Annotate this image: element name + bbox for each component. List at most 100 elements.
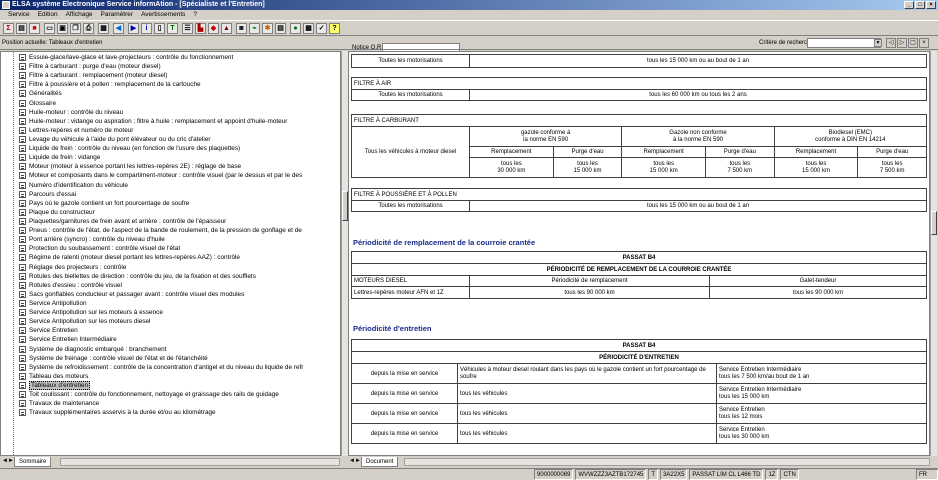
window-title: ELSA système Electronique Service inform…: [12, 1, 265, 8]
toc-item[interactable]: Système de freinage : contrôle visuel de…: [18, 354, 303, 363]
toc-item[interactable]: Plaque du constructeur: [18, 208, 303, 217]
menu-affichage[interactable]: Affichage: [66, 10, 93, 20]
info-icon[interactable]: i: [141, 23, 152, 34]
cell-value: tous les 15 000 km ou au bout de 1 an: [469, 200, 927, 212]
toc-item[interactable]: Travaux supplémentaires asservis à la du…: [18, 408, 303, 417]
document-horizontal-scrollbar[interactable]: [404, 458, 930, 466]
doc-icon[interactable]: ▯: [154, 23, 165, 34]
toc-item[interactable]: Service Antipollution: [18, 299, 303, 308]
menu-avertissements[interactable]: Avertissements: [141, 10, 185, 20]
search-prev-icon[interactable]: ◁: [886, 38, 896, 48]
toc-item[interactable]: Filtre à poussière et à pollen : remplac…: [18, 80, 303, 89]
toc-item[interactable]: Levage du véhicule à l'aide du pont élév…: [18, 135, 303, 144]
grid-icon[interactable]: ▦: [303, 23, 314, 34]
toc-item[interactable]: Liquide de frein : contrôle du niveau (e…: [18, 144, 303, 153]
manual-icon[interactable]: ▤: [275, 23, 286, 34]
cell-value: tous les 7 500 km: [857, 157, 927, 178]
maximize-icon[interactable]: □: [915, 1, 925, 9]
toc-item[interactable]: Régime de ralenti (moteur diesel portant…: [18, 253, 303, 262]
cell-label: Toutes les motorisations: [351, 54, 470, 68]
toc-item[interactable]: Moteur (moteur à essence portant les let…: [18, 162, 303, 171]
menu-service[interactable]: Service: [8, 10, 30, 20]
toc-item[interactable]: Tableaux d'entretien: [18, 380, 303, 390]
toc-item[interactable]: Pont arrière (syncro) : contrôle du nive…: [18, 235, 303, 244]
service-icon[interactable]: Σ: [3, 23, 14, 34]
toc-item[interactable]: Service Antipollution sur les moteurs di…: [18, 317, 303, 326]
toc-item[interactable]: Système de diagnostic embarqué : branche…: [18, 345, 303, 354]
tab-scroll-arrows-icon[interactable]: ◄►: [2, 458, 14, 464]
search-close-icon[interactable]: ×: [919, 38, 929, 48]
toc-item[interactable]: Pneus : contrôle de l'état, de l'aspect …: [18, 226, 303, 235]
car-icon[interactable]: ◙: [236, 23, 247, 34]
chevron-down-icon[interactable]: ▼: [874, 39, 882, 47]
minimize-icon[interactable]: _: [904, 1, 914, 9]
toc-item[interactable]: Liquide de frein : vidange: [18, 153, 303, 162]
toc-item[interactable]: Sacs gonflables conducteur et passager a…: [18, 290, 303, 299]
toc-item[interactable]: Service Entretien Intermédiaire: [18, 335, 303, 344]
toc-item[interactable]: Essuie-glace/lave-glace et lave-projecte…: [18, 53, 303, 62]
toc-item-label: Moteur (moteur à essence portant les let…: [29, 163, 242, 171]
document-scroll-thumb[interactable]: [931, 211, 937, 235]
col-header: Galet-tendeur: [709, 275, 927, 287]
toc-item[interactable]: Parcours d'essai: [18, 190, 303, 199]
toc-item[interactable]: Filtre à carburant : remplacement (moteu…: [18, 71, 303, 80]
toc-item[interactable]: Pays où le gazole contient un fort pourc…: [18, 199, 303, 208]
book-icon[interactable]: ▙: [195, 23, 206, 34]
document-icon: [19, 54, 26, 61]
question-icon[interactable]: ?: [329, 23, 340, 34]
fuel-filter-title: FILTRE À CARBURANT: [351, 114, 927, 127]
toc-item[interactable]: Réglage des projecteurs : contrôle: [18, 263, 303, 272]
search-extra-icon[interactable]: ▢: [908, 38, 918, 48]
table-fuel-filter: FILTRE À CARBURANT Tous les véhicules à …: [351, 114, 928, 178]
alert-icon[interactable]: ▲: [221, 23, 232, 34]
toc-item[interactable]: Moteur et composants dans le compartimen…: [18, 171, 303, 180]
tab-sommaire[interactable]: Sommaire: [14, 457, 52, 467]
forward-icon[interactable]: ▶: [128, 23, 139, 34]
toc-item[interactable]: Protection du soubassement : contrôle vi…: [18, 244, 303, 253]
menu-help[interactable]: ?: [193, 10, 197, 20]
toc-item[interactable]: Toit coulissant : contrôle du fonctionne…: [18, 390, 303, 399]
print-icon[interactable]: ⎙: [83, 23, 94, 34]
menu-edition[interactable]: Edition: [38, 10, 58, 20]
toc-item[interactable]: Tableau des moteurs: [18, 372, 303, 381]
toc-item-label: Tableau des moteurs: [29, 372, 89, 380]
toc-item[interactable]: Travaux de maintenance: [18, 399, 303, 408]
toc-item[interactable]: Rotules des biellettes de direction : co…: [18, 272, 303, 281]
toc-item[interactable]: Service Antipollution sur les moteurs à …: [18, 308, 303, 317]
tool-icon[interactable]: ✱: [262, 23, 273, 34]
tab-scroll-arrows-icon[interactable]: ◄►: [349, 458, 361, 464]
save-icon[interactable]: ▣: [57, 23, 68, 34]
toc-item[interactable]: Rotules d'essieu : contrôle visuel: [18, 281, 303, 290]
menu-parametrer[interactable]: Paramètrer: [101, 10, 134, 20]
toc-item[interactable]: Service Entretien: [18, 326, 303, 335]
open-icon[interactable]: ▭: [44, 23, 55, 34]
toc-item[interactable]: Glossaire: [18, 99, 303, 108]
toc-item-label: Service Entretien: [29, 327, 78, 335]
close-icon[interactable]: ×: [926, 1, 936, 9]
toc-item[interactable]: Système de refroidissement : contrôle de…: [18, 363, 303, 372]
toc-item[interactable]: Numéro d'identification du véhicule: [18, 181, 303, 190]
toc-item[interactable]: Généralités: [18, 89, 303, 98]
tab-document[interactable]: Document: [361, 457, 399, 467]
toc-scrollbar[interactable]: [341, 51, 348, 456]
preview-icon[interactable]: ▦: [98, 23, 109, 34]
vehicle-icon[interactable]: ▤: [16, 23, 27, 34]
diamond-icon[interactable]: ◆: [208, 23, 219, 34]
toc-item[interactable]: Huile-moteur : vidange ou aspiration ; f…: [18, 117, 303, 126]
toc-item[interactable]: Filtre à carburant : purge d'eau (moteur…: [18, 62, 303, 71]
toc-horizontal-scrollbar[interactable]: [60, 458, 340, 466]
check-icon[interactable]: ✓: [316, 23, 327, 34]
search-next-icon[interactable]: ▷: [897, 38, 907, 48]
back-icon[interactable]: ◀: [113, 23, 124, 34]
toc-item[interactable]: Huile-moteur : contrôle du niveau: [18, 108, 303, 117]
copy-icon[interactable]: ❐: [70, 23, 81, 34]
text-icon[interactable]: T: [167, 23, 178, 34]
list-icon[interactable]: ☰: [182, 23, 193, 34]
toc-item[interactable]: Lettres-repères et numéro de moteur: [18, 126, 303, 135]
red-icon[interactable]: ■: [29, 23, 40, 34]
wiring-icon[interactable]: ⌁: [249, 23, 260, 34]
toc-item[interactable]: Plaquettes/garnitures de frein avant et …: [18, 217, 303, 226]
green-icon[interactable]: ●: [290, 23, 301, 34]
document-scrollbar[interactable]: [930, 51, 937, 456]
search-criteria-input[interactable]: [807, 38, 881, 48]
